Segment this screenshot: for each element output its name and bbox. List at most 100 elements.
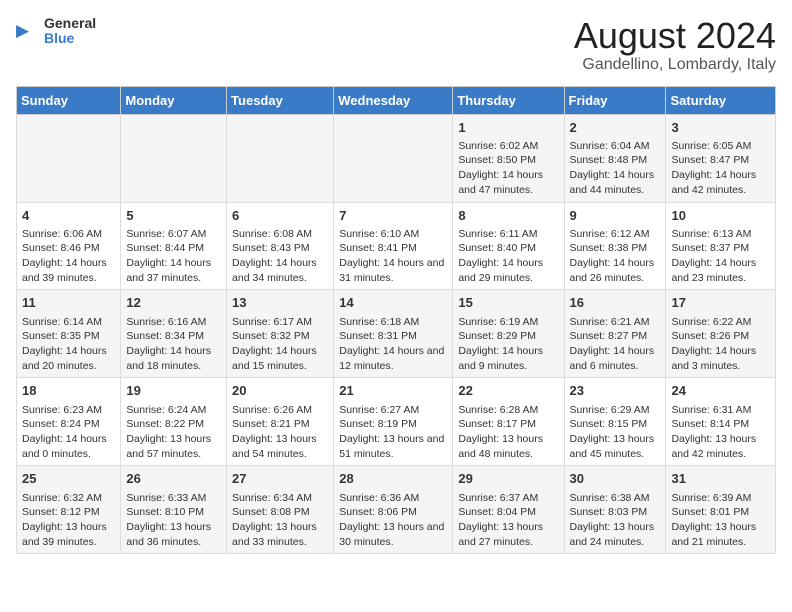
header-monday: Monday (121, 86, 227, 114)
calendar-cell: 23 Sunrise: 6:29 AM Sunset: 8:15 PM Dayli… (564, 378, 666, 466)
week-row-1: 4 Sunrise: 6:06 AM Sunset: 8:46 PM Daylig… (17, 202, 776, 290)
svg-text:▶: ▶ (16, 21, 30, 41)
calendar-cell: 11 Sunrise: 6:14 AM Sunset: 8:35 PM Dayli… (17, 290, 121, 378)
header-sunday: Sunday (17, 86, 121, 114)
week-row-3: 18 Sunrise: 6:23 AM Sunset: 8:24 PM Dayli… (17, 378, 776, 466)
header-wednesday: Wednesday (334, 86, 453, 114)
day-number: 24 (671, 382, 770, 400)
day-number: 8 (458, 207, 558, 225)
day-info: Sunrise: 6:38 AM Sunset: 8:03 PM Dayligh… (570, 491, 661, 550)
day-info: Sunrise: 6:28 AM Sunset: 8:17 PM Dayligh… (458, 403, 558, 462)
calendar-cell: 22 Sunrise: 6:28 AM Sunset: 8:17 PM Dayli… (453, 378, 564, 466)
calendar-cell: 27 Sunrise: 6:34 AM Sunset: 8:08 PM Dayli… (227, 466, 334, 554)
logo: ▶ General Blue (16, 16, 96, 47)
header-row: SundayMondayTuesdayWednesdayThursdayFrid… (17, 86, 776, 114)
day-number: 27 (232, 470, 328, 488)
day-number: 21 (339, 382, 447, 400)
day-info: Sunrise: 6:11 AM Sunset: 8:40 PM Dayligh… (458, 227, 558, 286)
day-info: Sunrise: 6:36 AM Sunset: 8:06 PM Dayligh… (339, 491, 447, 550)
day-info: Sunrise: 6:27 AM Sunset: 8:19 PM Dayligh… (339, 403, 447, 462)
day-info: Sunrise: 6:14 AM Sunset: 8:35 PM Dayligh… (22, 315, 115, 374)
header-thursday: Thursday (453, 86, 564, 114)
calendar-cell: 31 Sunrise: 6:39 AM Sunset: 8:01 PM Dayli… (666, 466, 776, 554)
week-row-0: 1 Sunrise: 6:02 AM Sunset: 8:50 PM Daylig… (17, 114, 776, 202)
calendar-cell: 2Sunrise: 6:04 AM Sunset: 8:48 PM Daylig… (564, 114, 666, 202)
day-number: 6 (232, 207, 328, 225)
calendar-cell: 21 Sunrise: 6:27 AM Sunset: 8:19 PM Dayli… (334, 378, 453, 466)
day-info: Sunrise: 6:29 AM Sunset: 8:15 PM Dayligh… (570, 403, 661, 462)
day-number: 31 (671, 470, 770, 488)
day-number: 18 (22, 382, 115, 400)
day-info: Sunrise: 6:37 AM Sunset: 8:04 PM Dayligh… (458, 491, 558, 550)
day-info: Sunrise: 6:26 AM Sunset: 8:21 PM Dayligh… (232, 403, 328, 462)
day-info: Sunrise: 6:21 AM Sunset: 8:27 PM Dayligh… (570, 315, 661, 374)
day-info: Sunrise: 6:10 AM Sunset: 8:41 PM Dayligh… (339, 227, 447, 286)
day-number: 5 (126, 207, 221, 225)
week-row-4: 25 Sunrise: 6:32 AM Sunset: 8:12 PM Dayli… (17, 466, 776, 554)
day-number: 26 (126, 470, 221, 488)
day-number: 19 (126, 382, 221, 400)
day-info: Sunrise: 6:24 AM Sunset: 8:22 PM Dayligh… (126, 403, 221, 462)
day-number: 3 (671, 119, 770, 137)
calendar-table: SundayMondayTuesdayWednesdayThursdayFrid… (16, 86, 776, 555)
day-number: 15 (458, 294, 558, 312)
day-info: Sunrise: 6:18 AM Sunset: 8:31 PM Dayligh… (339, 315, 447, 374)
day-number: 23 (570, 382, 661, 400)
calendar-cell: 7 Sunrise: 6:10 AM Sunset: 8:41 PM Daylig… (334, 202, 453, 290)
logo-line1: General (44, 16, 96, 31)
calendar-cell (334, 114, 453, 202)
calendar-cell: 10Sunrise: 6:13 AM Sunset: 8:37 PM Dayli… (666, 202, 776, 290)
day-info: Sunrise: 6:04 AM Sunset: 8:48 PM Dayligh… (570, 139, 661, 198)
day-info: Sunrise: 6:39 AM Sunset: 8:01 PM Dayligh… (671, 491, 770, 550)
title-block: August 2024 Gandellino, Lombardy, Italy (574, 16, 776, 74)
calendar-cell: 9Sunrise: 6:12 AM Sunset: 8:38 PM Daylig… (564, 202, 666, 290)
calendar-cell: 16 Sunrise: 6:21 AM Sunset: 8:27 PM Dayli… (564, 290, 666, 378)
day-number: 28 (339, 470, 447, 488)
day-number: 7 (339, 207, 447, 225)
day-number: 11 (22, 294, 115, 312)
calendar-cell: 18 Sunrise: 6:23 AM Sunset: 8:24 PM Dayli… (17, 378, 121, 466)
day-number: 4 (22, 207, 115, 225)
day-number: 29 (458, 470, 558, 488)
day-info: Sunrise: 6:06 AM Sunset: 8:46 PM Dayligh… (22, 227, 115, 286)
day-number: 12 (126, 294, 221, 312)
calendar-header: SundayMondayTuesdayWednesdayThursdayFrid… (17, 86, 776, 114)
calendar-cell: 5 Sunrise: 6:07 AM Sunset: 8:44 PM Daylig… (121, 202, 227, 290)
calendar-cell: 25 Sunrise: 6:32 AM Sunset: 8:12 PM Dayli… (17, 466, 121, 554)
day-info: Sunrise: 6:33 AM Sunset: 8:10 PM Dayligh… (126, 491, 221, 550)
calendar-cell: 19 Sunrise: 6:24 AM Sunset: 8:22 PM Dayli… (121, 378, 227, 466)
calendar-cell: 20Sunrise: 6:26 AM Sunset: 8:21 PM Dayli… (227, 378, 334, 466)
page-subtitle: Gandellino, Lombardy, Italy (574, 56, 776, 74)
calendar-cell: 15 Sunrise: 6:19 AM Sunset: 8:29 PM Dayli… (453, 290, 564, 378)
day-number: 17 (671, 294, 770, 312)
calendar-cell (17, 114, 121, 202)
day-number: 22 (458, 382, 558, 400)
day-number: 1 (458, 119, 558, 137)
day-number: 16 (570, 294, 661, 312)
calendar-cell: 4 Sunrise: 6:06 AM Sunset: 8:46 PM Daylig… (17, 202, 121, 290)
calendar-cell: 29 Sunrise: 6:37 AM Sunset: 8:04 PM Dayli… (453, 466, 564, 554)
calendar-cell: 1 Sunrise: 6:02 AM Sunset: 8:50 PM Daylig… (453, 114, 564, 202)
calendar-cell: 26 Sunrise: 6:33 AM Sunset: 8:10 PM Dayli… (121, 466, 227, 554)
day-info: Sunrise: 6:23 AM Sunset: 8:24 PM Dayligh… (22, 403, 115, 462)
calendar-body: 1 Sunrise: 6:02 AM Sunset: 8:50 PM Daylig… (17, 114, 776, 554)
day-info: Sunrise: 6:32 AM Sunset: 8:12 PM Dayligh… (22, 491, 115, 550)
calendar-cell: 28 Sunrise: 6:36 AM Sunset: 8:06 PM Dayli… (334, 466, 453, 554)
day-info: Sunrise: 6:19 AM Sunset: 8:29 PM Dayligh… (458, 315, 558, 374)
logo-icon: ▶ (16, 19, 40, 43)
day-info: Sunrise: 6:31 AM Sunset: 8:14 PM Dayligh… (671, 403, 770, 462)
day-info: Sunrise: 6:16 AM Sunset: 8:34 PM Dayligh… (126, 315, 221, 374)
calendar-cell (227, 114, 334, 202)
logo-text: General Blue (44, 16, 96, 47)
day-number: 13 (232, 294, 328, 312)
day-info: Sunrise: 6:07 AM Sunset: 8:44 PM Dayligh… (126, 227, 221, 286)
day-number: 25 (22, 470, 115, 488)
page-title: August 2024 (574, 16, 776, 56)
day-info: Sunrise: 6:02 AM Sunset: 8:50 PM Dayligh… (458, 139, 558, 198)
day-info: Sunrise: 6:17 AM Sunset: 8:32 PM Dayligh… (232, 315, 328, 374)
calendar-cell: 24 Sunrise: 6:31 AM Sunset: 8:14 PM Dayli… (666, 378, 776, 466)
day-number: 30 (570, 470, 661, 488)
calendar-cell: 3Sunrise: 6:05 AM Sunset: 8:47 PM Daylig… (666, 114, 776, 202)
header-tuesday: Tuesday (227, 86, 334, 114)
day-info: Sunrise: 6:34 AM Sunset: 8:08 PM Dayligh… (232, 491, 328, 550)
